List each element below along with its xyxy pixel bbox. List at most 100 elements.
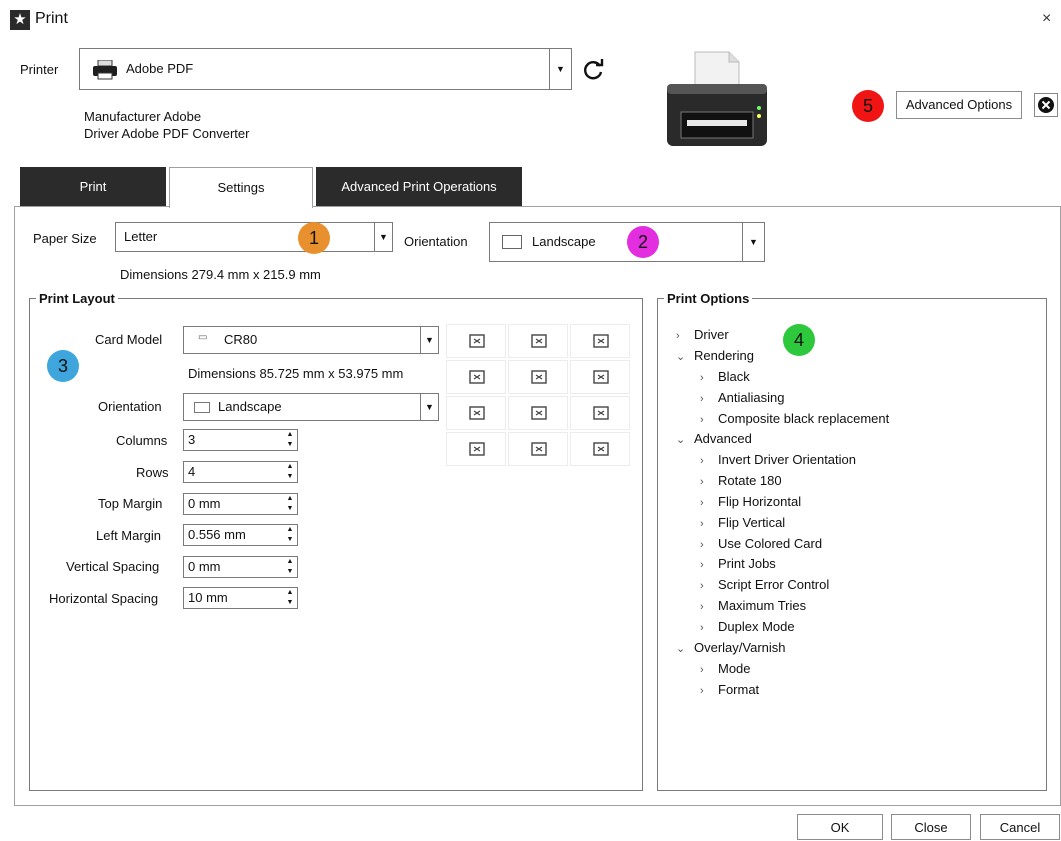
tab-advanced-print-operations[interactable]: Advanced Print Operations: [316, 167, 522, 207]
chevron-right-icon[interactable]: ›: [700, 455, 718, 467]
card-cell-icon: [570, 324, 630, 358]
print-layout-title: Print Layout: [36, 291, 118, 306]
columns-value: 3: [188, 432, 196, 447]
card-model-select[interactable]: ▭ CR80 ▼: [183, 326, 439, 354]
chevron-down-icon[interactable]: ▼: [420, 327, 438, 353]
tree-item-flip-vertical[interactable]: › Flip Vertical: [700, 515, 785, 530]
tree-item-rotate-180[interactable]: › Rotate 180: [700, 473, 782, 488]
chevron-right-icon[interactable]: ›: [700, 497, 718, 509]
card-cell-icon: [446, 432, 506, 466]
tree-item-label: Composite black replacement: [718, 411, 890, 426]
tree-item-format[interactable]: › Format: [700, 682, 759, 697]
tree-item-black[interactable]: › Black: [700, 369, 750, 384]
spinner-arrows-icon[interactable]: ▲ ▼: [285, 557, 295, 577]
printer-icon: [92, 59, 118, 80]
printer-select[interactable]: Adobe PDF ▼: [79, 48, 572, 90]
tree-item-advanced[interactable]: ⌄ Advanced: [676, 431, 752, 446]
tree-item-label: Driver: [694, 327, 729, 342]
rows-label: Rows: [136, 465, 169, 480]
chevron-right-icon[interactable]: ›: [700, 580, 718, 592]
spinner-arrows-icon[interactable]: ▲ ▼: [285, 494, 295, 514]
paper-dimensions-text: Dimensions 279.4 mm x 215.9 mm: [120, 267, 321, 282]
tree-item-mode[interactable]: › Mode: [700, 661, 751, 676]
spinner-arrows-icon[interactable]: ▲ ▼: [285, 588, 295, 608]
chevron-right-icon[interactable]: ›: [676, 330, 694, 342]
chevron-down-icon[interactable]: ▼: [420, 394, 438, 420]
printer-value: Adobe PDF: [126, 61, 194, 76]
chevron-down-icon[interactable]: ▼: [742, 223, 764, 261]
card-cell-icon: [570, 360, 630, 394]
rows-value: 4: [188, 464, 196, 479]
chevron-right-icon[interactable]: ›: [700, 518, 718, 530]
chevron-right-icon[interactable]: ›: [700, 372, 718, 384]
tree-item-label: Mode: [718, 661, 751, 676]
chevron-right-icon[interactable]: ›: [700, 476, 718, 488]
close-button[interactable]: Close: [891, 814, 971, 840]
top-margin-value: 0 mm: [188, 496, 221, 511]
tree-item-invert-driver-orientation[interactable]: › Invert Driver Orientation: [700, 452, 856, 467]
paper-size-select[interactable]: Letter ▼: [115, 222, 393, 252]
badge-3: 3: [47, 350, 79, 382]
orientation-value: Landscape: [532, 234, 596, 249]
tree-item-composite-black-replacement[interactable]: › Composite black replacement: [700, 411, 889, 426]
tree-item-maximum-tries[interactable]: › Maximum Tries: [700, 598, 806, 613]
horizontal-spacing-label: Horizontal Spacing: [49, 591, 159, 606]
chevron-down-icon[interactable]: ▼: [549, 49, 571, 89]
tree-item-flip-horizontal[interactable]: › Flip Horizontal: [700, 494, 801, 509]
chevron-right-icon[interactable]: ›: [700, 685, 718, 697]
chevron-right-icon[interactable]: ›: [700, 601, 718, 613]
horizontal-spacing-spinbox[interactable]: 10 mm ▲ ▼: [183, 587, 298, 609]
top-margin-spinbox[interactable]: 0 mm ▲ ▼: [183, 493, 298, 515]
tab-settings[interactable]: Settings: [169, 167, 313, 208]
tree-item-label: Rotate 180: [718, 473, 782, 488]
x-circle-icon: [1038, 97, 1054, 113]
spinner-arrows-icon[interactable]: ▲ ▼: [285, 462, 295, 482]
chevron-right-icon[interactable]: ›: [700, 664, 718, 676]
card-cell-icon: [508, 360, 568, 394]
vertical-spacing-value: 0 mm: [188, 559, 221, 574]
tree-item-label: Format: [718, 682, 760, 697]
chevron-right-icon[interactable]: ›: [700, 414, 718, 426]
close-window-button[interactable]: ×: [1042, 10, 1051, 28]
spinner-arrows-icon[interactable]: ▲ ▼: [285, 430, 295, 450]
tree-item-antialiasing[interactable]: › Antialiasing: [700, 390, 785, 405]
tree-item-duplex-mode[interactable]: › Duplex Mode: [700, 619, 795, 634]
columns-label: Columns: [116, 433, 168, 448]
chevron-right-icon[interactable]: ›: [700, 559, 718, 571]
left-margin-spinbox[interactable]: 0.556 mm ▲ ▼: [183, 524, 298, 546]
chevron-right-icon[interactable]: ›: [700, 539, 718, 551]
manufacturer-text: Manufacturer Adobe: [84, 109, 202, 124]
chevron-down-icon[interactable]: ⌄: [676, 350, 694, 363]
columns-spinbox[interactable]: 3 ▲ ▼: [183, 429, 298, 451]
tree-item-label: Black: [718, 369, 750, 384]
landscape-icon: [194, 402, 210, 413]
tree-item-print-jobs[interactable]: › Print Jobs: [700, 556, 776, 571]
tree-item-label: Invert Driver Orientation: [718, 452, 856, 467]
tree-item-label: Flip Vertical: [718, 515, 786, 530]
advanced-options-close-button[interactable]: [1034, 93, 1058, 117]
tree-item-rendering[interactable]: ⌄ Rendering: [676, 348, 754, 363]
chevron-right-icon[interactable]: ›: [700, 393, 718, 405]
refresh-icon[interactable]: [580, 57, 606, 83]
chevron-down-icon[interactable]: ▼: [374, 223, 392, 251]
spinner-arrows-icon[interactable]: ▲ ▼: [285, 525, 295, 545]
chevron-down-icon[interactable]: ⌄: [676, 642, 694, 655]
card-cell-icon: [446, 324, 506, 358]
cancel-button[interactable]: Cancel: [980, 814, 1060, 840]
chevron-down-icon[interactable]: ⌄: [676, 433, 694, 446]
tree-item-label: Use Colored Card: [718, 536, 823, 551]
tree-item-use-colored-card[interactable]: › Use Colored Card: [700, 536, 822, 551]
paper-size-value: Letter: [124, 229, 158, 244]
advanced-options-button[interactable]: Advanced Options: [896, 91, 1022, 119]
tree-item-overlay-varnish[interactable]: ⌄ Overlay/Varnish: [676, 640, 786, 655]
ok-button[interactable]: OK: [797, 814, 883, 840]
rows-spinbox[interactable]: 4 ▲ ▼: [183, 461, 298, 483]
tab-print[interactable]: Print: [20, 167, 166, 207]
vertical-spacing-spinbox[interactable]: 0 mm ▲ ▼: [183, 556, 298, 578]
chevron-right-icon[interactable]: ›: [700, 622, 718, 634]
tree-item-script-error-control[interactable]: › Script Error Control: [700, 577, 829, 592]
tree-item-label: Advanced: [694, 431, 752, 446]
tree-item-driver[interactable]: › Driver: [676, 327, 729, 342]
layout-orientation-select[interactable]: Landscape ▼: [183, 393, 439, 421]
tree-item-label: Duplex Mode: [718, 619, 795, 634]
